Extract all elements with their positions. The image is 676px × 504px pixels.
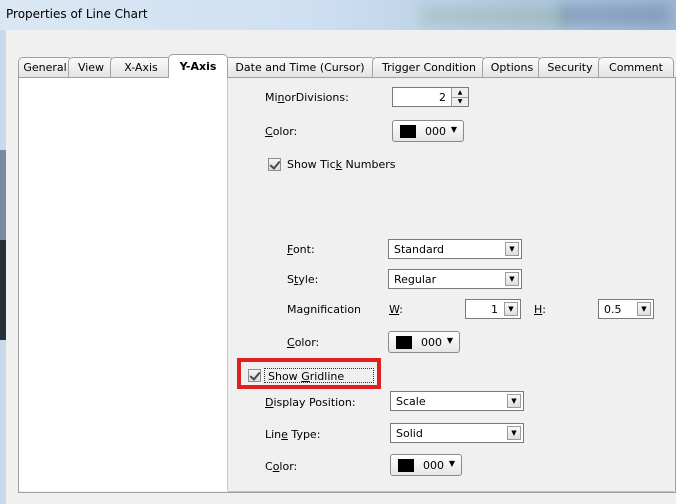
titlebar-blur — [560, 4, 670, 26]
tab-comment[interactable]: Comment — [598, 57, 674, 77]
dropdown-arrow-icon[interactable]: ▼ — [504, 302, 518, 316]
line-type-label: Line Type: — [265, 428, 321, 441]
font-color-label: Color: — [287, 336, 320, 349]
magnification-h-combo[interactable]: 0.5 ▼ — [598, 299, 654, 319]
style-combo[interactable]: Regular ▼ — [388, 269, 522, 289]
line-type-combo[interactable]: Solid ▼ — [390, 423, 524, 443]
show-tick-numbers-label[interactable]: Show Tick Numbers — [287, 158, 395, 171]
color-value: 000 — [423, 459, 444, 472]
style-label: Style: — [287, 273, 319, 286]
show-tick-numbers-checkbox[interactable] — [268, 158, 281, 171]
display-position-combo[interactable]: Scale ▼ — [390, 391, 524, 411]
dropdown-arrow-icon[interactable]: ▼ — [507, 394, 521, 408]
display-position-label: Display Position: — [265, 396, 356, 409]
tab-date-and-time-cursor[interactable]: Date and Time (Cursor) — [224, 57, 376, 77]
dropdown-arrow-icon[interactable]: ▼ — [505, 242, 519, 256]
magnification-h-value: 0.5 — [604, 303, 622, 316]
color-value: 000 — [421, 336, 442, 349]
color-swatch — [396, 336, 412, 349]
color-swatch — [400, 125, 416, 138]
window-title: Properties of Line Chart — [6, 7, 148, 21]
magnification-h-label: H: — [534, 303, 546, 316]
tab-view[interactable]: View — [68, 57, 114, 77]
tab-y-axis[interactable]: Y-Axis — [168, 54, 228, 78]
axis-list-pane[interactable] — [19, 78, 228, 491]
minor-divisions-value: 2 — [439, 91, 446, 104]
gridline-color-button[interactable]: 000 ▼ — [390, 454, 462, 476]
gridline-color-label: Color: — [265, 460, 298, 473]
minor-divisions-label: MinorDivisions: — [265, 91, 349, 104]
color-swatch — [398, 459, 414, 472]
line-type-value: Solid — [396, 427, 423, 440]
font-label: Font: — [287, 243, 315, 256]
tab-x-axis[interactable]: X-Axis — [110, 57, 172, 77]
tab-trigger-condition[interactable]: Trigger Condition — [372, 57, 486, 77]
dropdown-arrow-icon: ▼ — [448, 459, 455, 468]
panel-bottom-divider — [228, 491, 674, 492]
magnification-label: Magnification — [287, 303, 362, 316]
color-value: 000 — [425, 125, 446, 138]
dropdown-arrow-icon[interactable]: ▼ — [505, 272, 519, 286]
show-gridline-label[interactable]: Show Gridline — [268, 370, 344, 383]
dropdown-arrow-icon[interactable]: ▼ — [507, 426, 521, 440]
dropdown-arrow-icon: ▼ — [446, 336, 453, 345]
style-value: Regular — [394, 273, 437, 286]
spinner-buttons: ▲ ▼ — [451, 88, 468, 106]
dropdown-arrow-icon[interactable]: ▼ — [637, 302, 651, 316]
color-label: Color: — [265, 125, 298, 138]
dropdown-arrow-icon: ▼ — [450, 125, 457, 134]
magnification-w-label: W: — [389, 303, 403, 316]
spin-down-icon[interactable]: ▼ — [452, 97, 468, 106]
font-combo[interactable]: Standard ▼ — [388, 239, 522, 259]
tab-security[interactable]: Security — [538, 57, 602, 77]
tab-general[interactable]: General — [18, 57, 72, 77]
magnification-w-combo[interactable]: 1 ▼ — [465, 299, 521, 319]
font-color-button[interactable]: 000 ▼ — [388, 331, 460, 353]
titlebar-blur — [420, 6, 570, 26]
magnification-w-value: 1 — [491, 303, 498, 316]
show-gridline-checkbox[interactable] — [248, 369, 261, 382]
font-value: Standard — [394, 243, 445, 256]
display-position-value: Scale — [396, 395, 426, 408]
tick-color-button[interactable]: 000 ▼ — [392, 120, 464, 142]
minor-divisions-spinner[interactable]: 2 ▲ ▼ — [392, 87, 469, 107]
title-bar: Properties of Line Chart — [0, 0, 676, 31]
tab-options[interactable]: Options — [482, 57, 542, 77]
